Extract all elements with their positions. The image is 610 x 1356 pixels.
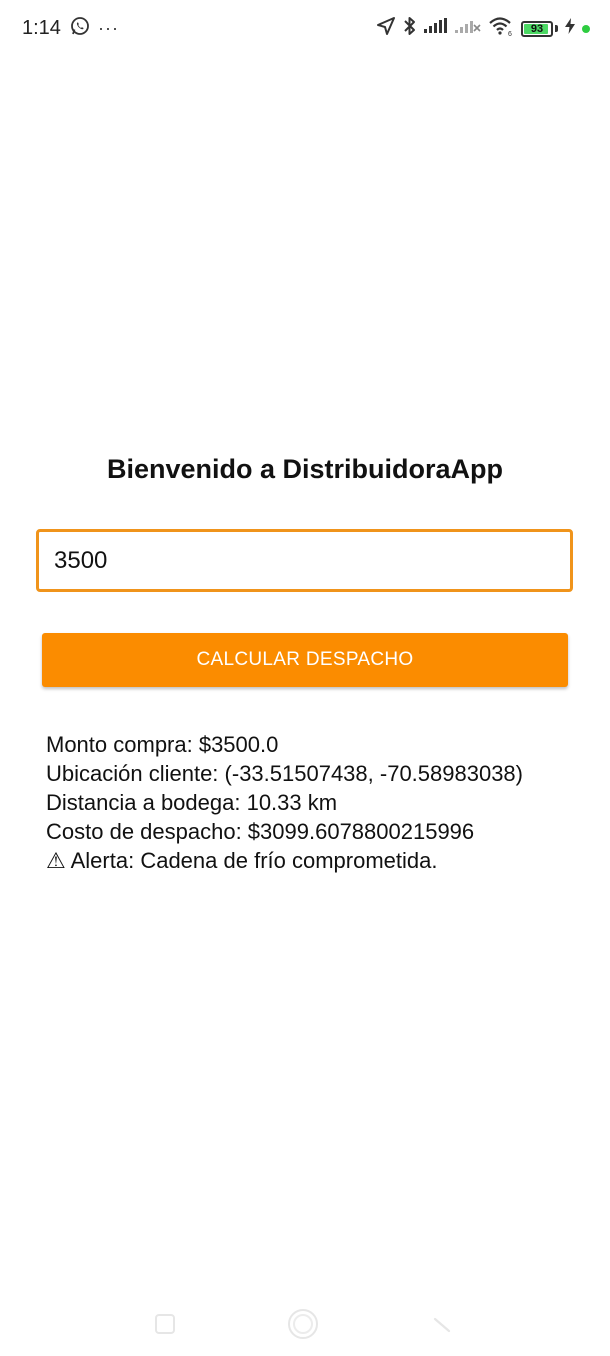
signal-no-service-icon <box>455 18 481 39</box>
shipping-cost-text: Costo de despacho: $3099.6078800215996 <box>46 819 475 844</box>
app-screen: 1:14 ··· 6 93 Bienvenido a Distribuidora… <box>0 0 610 1356</box>
page-title: Bienvenido a DistribuidoraApp <box>106 454 504 484</box>
location-arrow-icon <box>376 16 396 41</box>
recent-apps-icon <box>155 1314 175 1334</box>
back-icon <box>433 1317 451 1333</box>
home-icon <box>288 1309 318 1339</box>
charging-icon <box>565 18 575 39</box>
amount-input[interactable] <box>36 529 573 592</box>
status-left-icons: ··· <box>70 16 119 41</box>
back-button[interactable] <box>422 1304 462 1344</box>
privacy-indicator-dot <box>582 24 590 33</box>
status-time: 1:14 <box>22 17 61 39</box>
more-dots: ··· <box>98 18 119 38</box>
svg-text:6: 6 <box>508 31 512 36</box>
cold-chain-alert-text: ⚠ Alerta: Cadena de frío comprometida. <box>46 848 438 873</box>
status-right-icons: 6 93 <box>376 16 590 41</box>
warehouse-distance-text: Distancia a bodega: 10.33 km <box>46 790 338 815</box>
recent-apps-button[interactable] <box>145 1304 185 1344</box>
calculate-shipping-button[interactable]: CALCULAR DESPACHO <box>42 633 568 687</box>
battery-cap <box>555 25 558 32</box>
bluetooth-icon <box>403 16 417 41</box>
home-button[interactable] <box>283 1304 323 1344</box>
signal-icon <box>424 18 448 39</box>
results-panel: Monto compra: $3500.0 Ubicación cliente:… <box>46 730 523 875</box>
whatsapp-icon <box>70 16 90 41</box>
purchase-amount-text: Monto compra: $3500.0 <box>46 732 279 757</box>
wifi-icon: 6 <box>488 16 514 41</box>
navigation-bar <box>0 1296 610 1348</box>
battery-level: 93 <box>530 22 544 35</box>
status-bar: 1:14 ··· 6 93 <box>0 0 610 56</box>
client-location-text: Ubicación cliente: (-33.51507438, -70.58… <box>46 761 523 786</box>
battery-icon: 93 <box>521 20 553 37</box>
